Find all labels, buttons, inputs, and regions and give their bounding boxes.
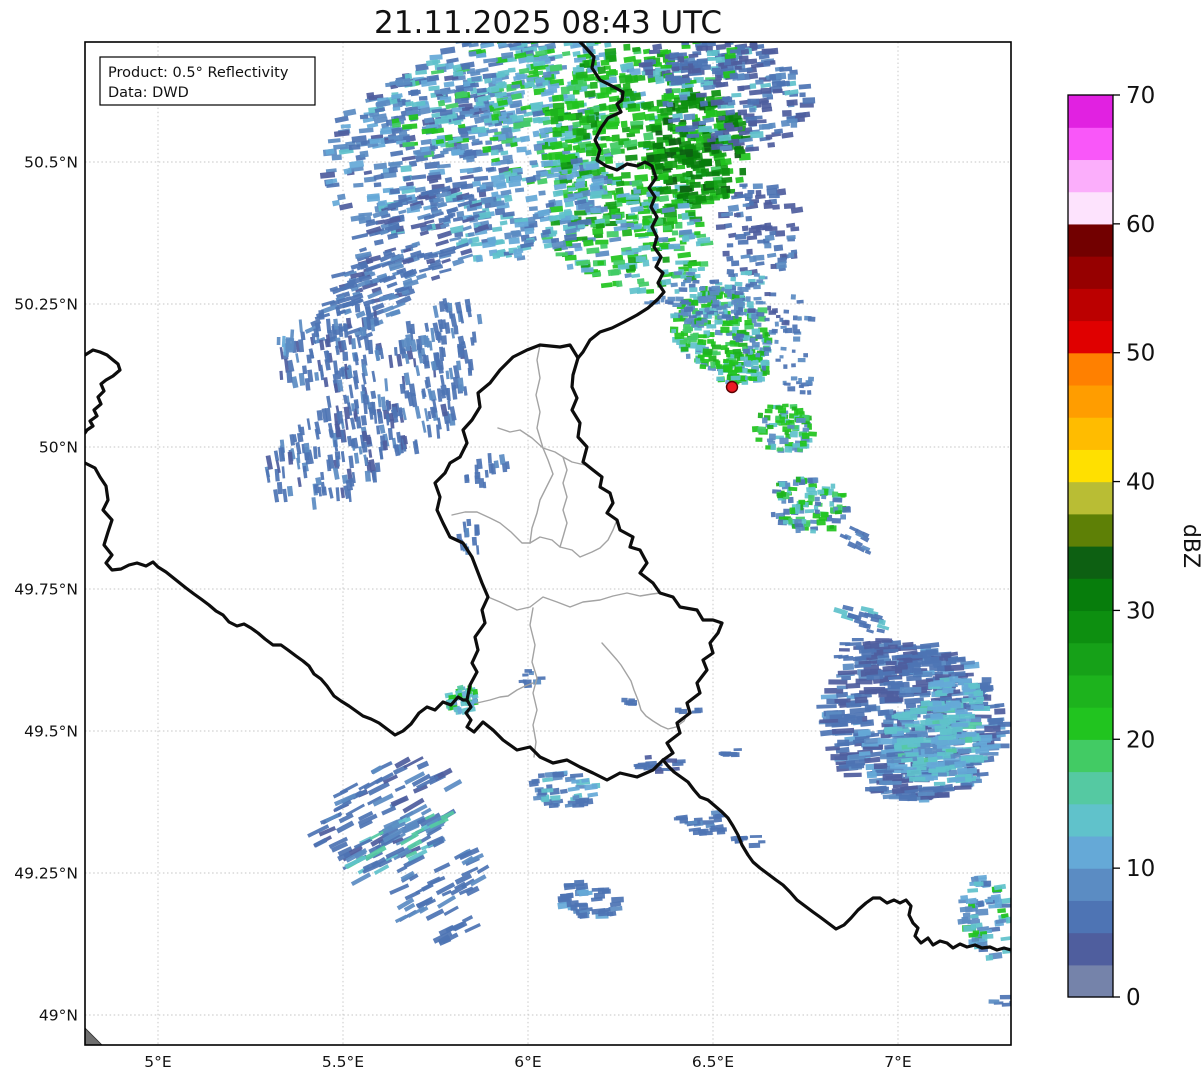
colorbar-segment	[1068, 352, 1113, 386]
colorbar-tick-label: 50	[1126, 341, 1155, 367]
colorbar-tick-labels: 0 10 20 30 40 50 60 70	[1113, 83, 1155, 1011]
plot-background	[85, 42, 1011, 1045]
x-tick-label: 6.5°E	[692, 1053, 734, 1071]
colorbar-segment	[1068, 159, 1113, 193]
colorbar-tick-label: 20	[1126, 727, 1155, 753]
colorbar-segment	[1068, 868, 1113, 901]
colorbar-segment	[1068, 546, 1113, 579]
colorbar-segment	[1068, 513, 1113, 547]
colorbar	[1068, 95, 1113, 998]
weather-radar-figure: 21.11.2025 08:43 UTC Product: 0.5° Refle…	[14, 5, 1202, 1071]
figure-title: 21.11.2025 08:43 UTC	[374, 5, 722, 41]
y-tick-label: 50.25°N	[14, 296, 78, 314]
colorbar-segment	[1068, 642, 1113, 676]
colorbar-segment	[1068, 449, 1113, 483]
colorbar-segment	[1068, 223, 1113, 257]
x-axis-tick-labels: 5°E 5.5°E 6°E 6.5°E 7°E	[144, 1053, 911, 1071]
info-box-product-line: Product: 0.5° Reflectivity	[108, 65, 289, 81]
colorbar-segment	[1068, 707, 1113, 740]
y-tick-label: 49.25°N	[14, 865, 78, 883]
colorbar-segment	[1068, 417, 1113, 450]
colorbar-segment	[1068, 578, 1113, 612]
colorbar-segment	[1068, 481, 1113, 515]
colorbar-segment	[1068, 610, 1113, 644]
colorbar-segment	[1068, 95, 1113, 128]
colorbar-segment	[1068, 191, 1113, 225]
colorbar-segment	[1068, 739, 1113, 773]
y-tick-label: 49.5°N	[24, 723, 78, 741]
radar-map-page: 21.11.2025 08:43 UTC Product: 0.5° Refle…	[0, 0, 1202, 1081]
info-box-data-line: Data: DWD	[108, 85, 189, 101]
x-tick-label: 7°E	[884, 1053, 911, 1071]
colorbar-tick-label: 0	[1126, 985, 1141, 1011]
y-tick-label: 49°N	[39, 1007, 78, 1025]
colorbar-segment	[1068, 674, 1113, 708]
y-tick-label: 50°N	[39, 439, 78, 457]
colorbar-segment	[1068, 127, 1113, 161]
colorbar-segment	[1068, 900, 1113, 934]
y-tick-label: 49.75°N	[14, 581, 78, 599]
x-tick-label: 5.5°E	[322, 1053, 364, 1071]
colorbar-segment	[1068, 320, 1113, 354]
colorbar-segment	[1068, 835, 1113, 869]
colorbar-tick-label: 70	[1126, 83, 1155, 109]
y-axis-tick-labels: 49°N 49.25°N 49.5°N 49.75°N 50°N 50.25°N 50.5°…	[14, 154, 78, 1025]
colorbar-segment	[1068, 288, 1113, 322]
colorbar-tick-label: 30	[1126, 598, 1155, 624]
colorbar-segment	[1068, 384, 1113, 418]
colorbar-segment	[1068, 932, 1113, 966]
colorbar-tick-label: 60	[1126, 212, 1155, 238]
radar-site-marker	[725, 380, 739, 394]
x-tick-label: 6°E	[514, 1053, 541, 1071]
colorbar-tick-label: 10	[1126, 856, 1155, 882]
colorbar-segment	[1068, 803, 1113, 837]
colorbar-axis-label: dBZ	[1178, 524, 1202, 568]
y-tick-label: 50.5°N	[24, 154, 78, 172]
colorbar-segment	[1068, 771, 1113, 805]
colorbar-tick-label: 40	[1126, 470, 1155, 496]
colorbar-segment	[1068, 256, 1113, 289]
colorbar-segment	[1068, 964, 1113, 998]
x-tick-label: 5°E	[144, 1053, 171, 1071]
